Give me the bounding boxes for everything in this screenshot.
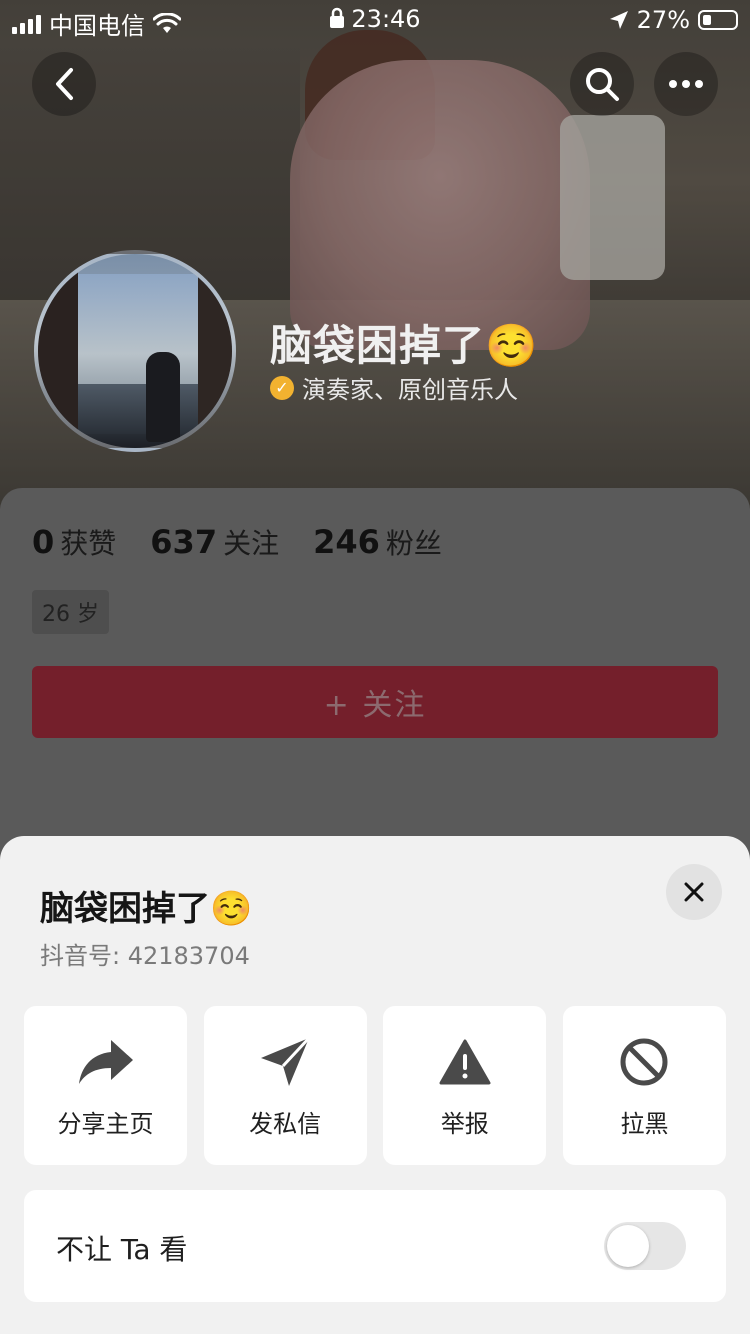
- hide-from-user-row: 不让 Ta 看: [24, 1190, 726, 1302]
- battery-percent: 27%: [636, 6, 690, 34]
- status-bar: 中国电信 23:46 27%: [0, 0, 750, 40]
- clock: 23:46: [351, 5, 421, 33]
- verified-check-icon: ✓: [270, 375, 294, 400]
- location-arrow-icon: [609, 11, 628, 29]
- close-icon: [684, 882, 704, 902]
- more-button[interactable]: [654, 52, 718, 116]
- stat-likes[interactable]: 0 获赞: [32, 522, 116, 562]
- send-message-button[interactable]: 发私信: [203, 1006, 367, 1165]
- share-arrow-icon: [78, 1040, 133, 1084]
- block-button[interactable]: 拉黑: [562, 1006, 726, 1165]
- share-profile-button[interactable]: 分享主页: [24, 1006, 187, 1165]
- profile-name: 脑袋困掉了☺️: [270, 321, 539, 370]
- verification-badge: ✓ 演奏家、原创音乐人: [270, 370, 518, 405]
- sheet-title: 脑袋困掉了☺️: [40, 889, 253, 929]
- back-button[interactable]: [32, 52, 96, 116]
- more-dots-icon: [669, 80, 703, 88]
- chevron-left-icon: [56, 68, 73, 100]
- stat-followers[interactable]: 246 粉丝: [313, 522, 442, 562]
- warning-triangle-icon: [439, 1039, 491, 1085]
- close-button[interactable]: [666, 864, 722, 920]
- verification-label: 演奏家、原创音乐人: [302, 376, 518, 404]
- profile-stats: 0 获赞 637 关注 246 粉丝: [32, 522, 442, 562]
- toggle-knob: [607, 1225, 649, 1267]
- age-tag: 26 岁: [32, 590, 109, 634]
- hide-from-user-toggle[interactable]: [604, 1222, 686, 1270]
- paper-plane-icon: [261, 1036, 311, 1086]
- follow-button[interactable]: + 关注: [32, 666, 718, 738]
- avatar[interactable]: [34, 250, 236, 452]
- search-icon: [586, 68, 619, 101]
- lock-icon: [330, 7, 345, 28]
- report-button[interactable]: 举报: [383, 1006, 547, 1165]
- block-icon: [620, 1038, 668, 1086]
- search-button[interactable]: [570, 52, 634, 116]
- hide-from-user-label: 不让 Ta 看: [56, 1233, 188, 1266]
- stat-following[interactable]: 637 关注: [150, 522, 279, 562]
- action-sheet: 脑袋困掉了☺️ 抖音号: 42183704 分享主页 发私信 举报 拉黑 不让 …: [0, 836, 750, 1334]
- battery-icon: [698, 10, 738, 30]
- douyin-id: 抖音号: 42183704: [40, 942, 250, 970]
